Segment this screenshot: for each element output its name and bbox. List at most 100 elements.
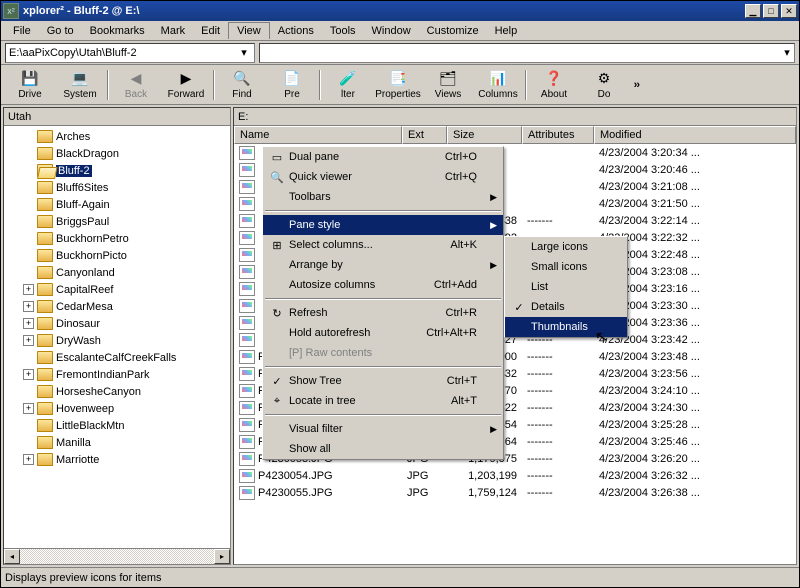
tree-node-drywash[interactable]: +DryWash [4,332,230,349]
tree-node-littleblackmtn[interactable]: LittleBlackMtn [4,417,230,434]
tree-node-dinosaur[interactable]: +Dinosaur [4,315,230,332]
scroll-right-button[interactable]: ▸ [214,549,230,564]
maximize-button[interactable]: □ [763,4,779,18]
col-name[interactable]: Name [234,126,402,144]
menu-icon: ▭ [267,151,287,164]
menuitem-select-columns-[interactable]: ⊞Select columns...Alt+K [263,235,503,255]
tb-back[interactable]: ◀Back [111,67,161,103]
menu-icon: ⌖ [267,395,287,408]
tree-node-marriotte[interactable]: +Marriotte [4,451,230,468]
scroll-track[interactable] [20,549,214,564]
tb-forward[interactable]: ▶Forward [161,67,211,103]
menu-goto[interactable]: Go to [39,23,82,39]
submenu-arrow-icon: ▶ [490,424,497,435]
expand-icon[interactable]: + [23,335,34,346]
tree-node-hovenweep[interactable]: +Hovenweep [4,400,230,417]
tree-node-bluff6sites[interactable]: Bluff6Sites [4,179,230,196]
address-input[interactable] [9,47,237,59]
col-mod[interactable]: Modified [594,126,796,144]
menuitem-toolbars[interactable]: Toolbars▶ [263,187,503,207]
tree-node-canyonland[interactable]: Canyonland [4,264,230,281]
paneitem-thumbnails[interactable]: Thumbnails [505,317,627,337]
col-ext[interactable]: Ext [402,126,447,144]
menuitem-locate-in-tree[interactable]: ⌖Locate in treeAlt+T [263,391,503,411]
combo-dropdown-icon[interactable]: ▾ [780,46,794,59]
tree-node-escalantecalfcreekfalls[interactable]: EscalanteCalfCreekFalls [4,349,230,366]
tree-node-arches[interactable]: Arches [4,128,230,145]
expand-icon[interactable]: + [23,369,34,380]
menu-mark[interactable]: Mark [153,23,193,39]
tb-filter[interactable]: 🧪lter [323,67,373,103]
tb-properties[interactable]: 📑Properties [373,67,423,103]
menuitem-autosize-columns[interactable]: Autosize columnsCtrl+Add [263,275,503,295]
image-file-icon [239,333,255,347]
image-file-icon [239,180,255,194]
menu-actions[interactable]: Actions [270,23,322,39]
folder-tree[interactable]: ArchesBlackDragonBluff-2Bluff6SitesBluff… [4,126,230,548]
tb-columns[interactable]: 📊Columns [473,67,523,103]
scroll-left-button[interactable]: ◂ [4,549,20,564]
tree-node-bluff-again[interactable]: Bluff-Again [4,196,230,213]
paneitem-list[interactable]: List [505,277,627,297]
tb-about[interactable]: ❓About [529,67,579,103]
tb-system[interactable]: 💻System [55,67,105,103]
menuitem-hold-autorefresh[interactable]: Hold autorefreshCtrl+Alt+R [263,323,503,343]
tree-node-briggspaul[interactable]: BriggsPaul [4,213,230,230]
address-box[interactable]: ▾ [5,43,255,63]
paneitem-small-icons[interactable]: Small icons [505,257,627,277]
menu-bookmarks[interactable]: Bookmarks [82,23,153,39]
expand-icon[interactable]: + [23,284,34,295]
toolbar-overflow[interactable]: ›› [629,79,643,91]
tb-preview[interactable]: 📄Pre [267,67,317,103]
tb-views[interactable]: 🗂Views [423,67,473,103]
file-row[interactable]: P4230055.JPGJPG1,759,124-------4/23/2004… [234,484,796,501]
tb-do[interactable]: ⚙Do [579,67,629,103]
menu-file[interactable]: File [5,23,39,39]
expand-icon[interactable]: + [23,403,34,414]
menuitem-dual-pane[interactable]: ▭Dual paneCtrl+O [263,147,503,167]
expand-icon[interactable]: + [23,301,34,312]
tree-node-cedarmesa[interactable]: +CedarMesa [4,298,230,315]
tree-node-capitalreef[interactable]: +CapitalReef [4,281,230,298]
tree-node-manilla[interactable]: Manilla [4,434,230,451]
secondary-combo[interactable]: ▾ [259,43,795,63]
tb-find[interactable]: 🔍Find [217,67,267,103]
minimize-button[interactable]: ▁ [745,4,761,18]
tree-hscrollbar[interactable]: ◂ ▸ [4,548,230,564]
tree-node-fremontindianpark[interactable]: +FremontIndianPark [4,366,230,383]
menuitem-show-tree[interactable]: ✓Show TreeCtrl+T [263,371,503,391]
col-size[interactable]: Size [447,126,522,144]
menuitem-quick-viewer[interactable]: 🔍Quick viewerCtrl+Q [263,167,503,187]
tree-node-horseshecanyon[interactable]: HorsesheCanyon [4,383,230,400]
image-file-icon [239,486,255,500]
menuitem-show-all[interactable]: Show all [263,439,503,459]
tree-node-buckhornpetro[interactable]: BuckhornPetro [4,230,230,247]
file-row[interactable]: P4230054.JPGJPG1,203,199-------4/23/2004… [234,467,796,484]
app-window: x² xplorer² - Bluff-2 @ E:\ ▁ □ ✕ FileGo… [0,0,800,588]
tb-drive[interactable]: 💾Drive [5,67,55,103]
menu-help[interactable]: Help [487,23,526,39]
expand-icon[interactable]: + [23,318,34,329]
tree-node-buckhornpicto[interactable]: BuckhornPicto [4,247,230,264]
tree-node-bluff-2[interactable]: Bluff-2 [4,162,230,179]
close-button[interactable]: ✕ [781,4,797,18]
image-file-icon [239,350,255,364]
col-attr[interactable]: Attributes [522,126,594,144]
image-file-icon [239,163,255,177]
paneitem-details[interactable]: ✓Details [505,297,627,317]
paneitem-large-icons[interactable]: Large icons [505,237,627,257]
menuitem-pane-style[interactable]: Pane style▶ [263,215,503,235]
folder-icon [37,249,53,262]
tree-node-blackdragon[interactable]: BlackDragon [4,145,230,162]
menuitem-refresh[interactable]: ↻RefreshCtrl+R [263,303,503,323]
menuitem-arrange-by[interactable]: Arrange by▶ [263,255,503,275]
menu-window[interactable]: Window [364,23,419,39]
address-dropdown-icon[interactable]: ▾ [237,46,251,59]
menu-view[interactable]: View [228,22,270,39]
menu-tools[interactable]: Tools [322,23,364,39]
menu-customize[interactable]: Customize [419,23,487,39]
menu-edit[interactable]: Edit [193,23,228,39]
expand-icon[interactable]: + [23,454,34,465]
menuitem-visual-filter[interactable]: Visual filter▶ [263,419,503,439]
submenu-arrow-icon: ▶ [490,220,497,231]
